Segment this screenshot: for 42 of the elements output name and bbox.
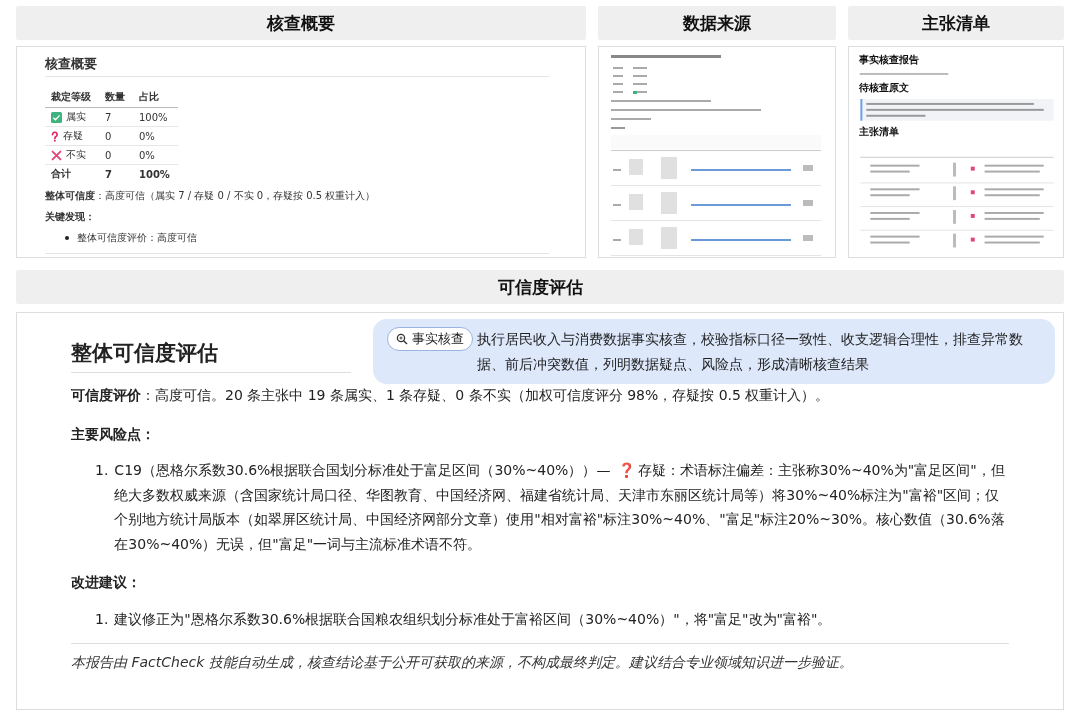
report-heading: 整体可信度评估 <box>71 333 351 374</box>
fact-check-chip[interactable]: 事实核查 <box>387 327 473 351</box>
overall-rating: 整体可信度：高度可信（属实 7 / 存疑 0 / 不实 0，存疑按 0.5 权重计入） <box>45 189 377 203</box>
table-cell: 100% <box>133 107 178 127</box>
finding-text: 整体可信度评价：高度可信 <box>77 231 197 245</box>
section-header: 核查概要 <box>16 6 586 40</box>
section-header: 可信度评估 <box>16 270 1064 304</box>
checkbox-icon <box>51 111 62 123</box>
bullet-icon <box>65 236 69 240</box>
column-header: 占比 <box>133 87 178 108</box>
panel-title: 核查概要 <box>45 55 549 77</box>
section-header: 主张清单 <box>848 6 1064 40</box>
cross-icon <box>51 149 62 161</box>
table-cell: 不实 <box>66 148 86 162</box>
list-number: 1. <box>95 609 109 629</box>
table-cell: 存疑 <box>62 129 83 143</box>
table-cell: 100% <box>133 164 178 183</box>
document-title: 事实核查报告 <box>859 53 920 67</box>
column-header: 数量 <box>99 87 133 108</box>
table-cell: 合计 <box>45 164 99 183</box>
list-number: 1. <box>95 461 109 481</box>
table-cell: 0% <box>133 126 178 146</box>
risk-text: C19（恩格尔系数30.6%根据联合国划分标准处于富足区间（30%~40%））— ❓ 存疑：术语标注偏差：主张称30%~40%为"富足区间"，但绝大多数权威来源（含国家统计局口径、华图教育、中国经济网、福建省统计局、天津市东丽区统计局等）将30%~40%标注为"富裕"区间；仅个别地方统计局版本（如翠屏区统计局、中国经济网部分文章）使用"相对富裕"标注30%~40%、"富足"标注20%~30%。核心数值（30.6%落在30%~40%）无误，但"富足"一词与主流标准术语不符。 <box>114 461 1006 554</box>
footer-note: 本报告由 FactCheck 技能自动生成，核查结论基于公开可获取的来源，不构成最终判定。建议结合专业领域知识进一步验证。 <box>71 643 1009 675</box>
table-cell: 0% <box>133 145 178 165</box>
findings-heading: 关键发现： <box>45 210 96 224</box>
tooltip-text: 执行居民收入与消费数据事实核查，校验指标口径一致性、收支逻辑合理性，排查异常数据、前后冲突数值，列明数据疑点、风险点，形成清晰核查结果 <box>477 330 1024 374</box>
document-heading: 待核查原文 <box>859 80 910 95</box>
suggestions-heading: 改进建议： <box>71 573 142 593</box>
table-cell: 7 <box>99 164 133 183</box>
column-header: 裁定等级 <box>45 87 99 108</box>
table-cell: 属实 <box>66 110 86 124</box>
document-heading: 主张清单 <box>859 124 900 139</box>
section-header: 数据来源 <box>598 6 836 40</box>
table-cell: 7 <box>99 107 133 127</box>
question-icon <box>51 130 59 142</box>
suggestion-text: 建议修正为"恩格尔系数30.6%根据联合国粮农组织划分标准处于富裕区间（30%~40%）"，将"富足"改为"富裕"。 <box>114 609 833 629</box>
table-cell: 0 <box>99 126 133 146</box>
risks-heading: 主要风险点： <box>71 424 156 444</box>
table-cell: 0 <box>99 145 133 165</box>
search-icon <box>396 333 408 345</box>
rating-text: 可信度评价：高度可信。20 条主张中 19 条属实、1 条存疑、0 条不实（加权可信度评分 98%，存疑按 0.5 权重计入）。 <box>71 386 831 406</box>
